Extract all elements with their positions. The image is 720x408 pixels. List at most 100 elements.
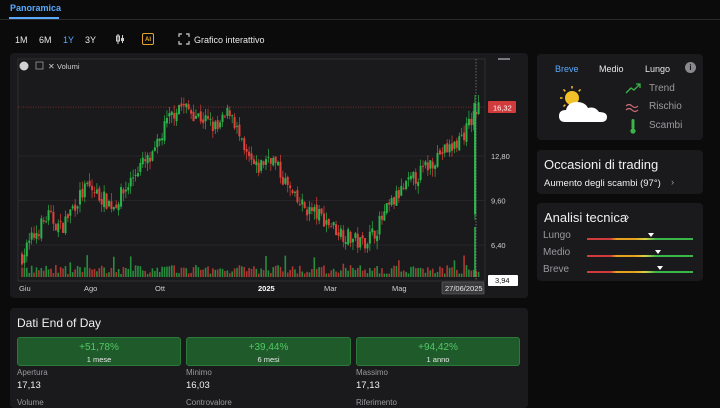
candle-body — [257, 162, 260, 173]
expand-icon[interactable] — [178, 33, 190, 45]
ai-icon[interactable]: AI — [142, 33, 154, 45]
volume-bar — [93, 268, 96, 277]
candle-body — [376, 235, 379, 242]
ta-label-medio: Medio — [543, 247, 571, 258]
price-chart-svg[interactable]: 12,80 9,60 6,40 Giu Ago Ott 2025 Mar Mag 16,32 3,… — [10, 53, 528, 298]
candle-body — [322, 213, 325, 227]
candlestick-type-icon[interactable] — [114, 33, 126, 45]
candle-body — [236, 125, 239, 127]
volume-bar — [431, 268, 434, 277]
range-6m[interactable]: 6M — [39, 35, 52, 45]
volume-bar — [137, 265, 139, 277]
volume-bar — [62, 268, 64, 277]
volume-bar — [192, 267, 195, 277]
volume-value-label: 3,94 — [495, 276, 510, 285]
volume-bar — [144, 270, 147, 277]
volume-bar — [178, 273, 180, 277]
trading-item[interactable]: Aumento degli scambi (97°) — [544, 178, 661, 189]
candle-body — [173, 113, 176, 119]
range-1m[interactable]: 1M — [15, 35, 28, 45]
candle-body — [211, 121, 214, 132]
candle-body — [463, 132, 466, 141]
candle-body — [407, 177, 410, 180]
candle-body — [129, 177, 132, 187]
tab-medio[interactable]: Medio — [599, 64, 624, 74]
candle-body — [390, 198, 393, 205]
candles — [21, 94, 480, 268]
stat-riferimento-label: Riferimento — [356, 398, 397, 407]
candle-body — [277, 161, 280, 166]
interactive-chart-link[interactable]: Grafico interattivo — [194, 35, 265, 45]
stat-volume-label: Volume — [17, 398, 44, 407]
candle-body — [260, 160, 263, 171]
volume-bar — [395, 265, 398, 277]
sentiment-panel: Breve Medio Lungo i Trend Rischio Scambi — [537, 54, 703, 140]
technical-panel[interactable]: Analisi tecnica › Lungo Medio Breve — [537, 203, 703, 281]
volume-bar — [412, 266, 415, 277]
candle-body — [400, 185, 403, 196]
volume-bar — [115, 272, 118, 277]
volume-bar — [175, 272, 178, 277]
candle-body — [180, 103, 183, 107]
tab-panoramica[interactable]: Panoramica — [10, 3, 61, 13]
candle-body — [207, 116, 210, 119]
volume-bar — [26, 267, 28, 277]
candle-body — [49, 210, 52, 212]
candle-body — [426, 162, 429, 171]
volume-bar — [55, 265, 57, 277]
candle-body — [170, 111, 173, 116]
info-icon[interactable]: i — [685, 62, 696, 73]
candle-body — [226, 107, 229, 117]
candle-body — [339, 228, 342, 237]
trend-icon — [625, 83, 641, 94]
risk-icon — [625, 103, 639, 113]
price-chart[interactable]: 12,80 9,60 6,40 Giu Ago Ott 2025 Mar Mag 16,32 3,… — [10, 53, 528, 298]
candle-body — [342, 230, 345, 242]
candle-body — [409, 175, 412, 180]
candle-body — [91, 185, 94, 191]
candle-body — [431, 161, 434, 169]
volume-bar — [369, 267, 371, 277]
range-1y[interactable]: 1Y — [63, 35, 74, 45]
candle-body — [248, 151, 251, 157]
volume-bar — [33, 272, 35, 277]
volume-bar — [342, 263, 345, 277]
ta-gauge-medio — [587, 250, 693, 257]
candle-body — [393, 197, 396, 205]
candle-body — [368, 231, 371, 244]
candle-body — [161, 138, 164, 141]
volume-bar — [202, 269, 204, 277]
stat-controvalore-label: Controvalore — [186, 398, 232, 407]
x-tick-label: Mag — [392, 284, 407, 293]
volume-legend-label: Volumi — [57, 62, 80, 71]
candle-body — [199, 111, 202, 122]
ta-label-lungo: Lungo — [543, 230, 571, 241]
trading-panel[interactable]: Occasioni di trading Aumento degli scamb… — [537, 150, 703, 194]
volume-bar — [439, 266, 441, 277]
candle-body — [448, 144, 451, 153]
candle-body — [380, 215, 383, 220]
candle-body — [151, 151, 154, 161]
volume-bar — [385, 273, 388, 277]
candle-body — [451, 143, 454, 151]
candle-body — [209, 118, 212, 120]
volume-bar — [262, 270, 265, 277]
tab-breve[interactable]: Breve — [555, 64, 579, 74]
volume-bar — [113, 256, 115, 277]
technical-title: Analisi tecnica — [544, 210, 628, 225]
volume-bar — [250, 268, 253, 277]
volume-bar — [45, 265, 47, 277]
range-3y[interactable]: 3Y — [85, 35, 96, 45]
candle-body — [86, 182, 89, 184]
volume-bar — [156, 267, 159, 277]
candle-body — [95, 189, 98, 194]
candle-body — [115, 204, 118, 208]
candle-body — [233, 116, 236, 129]
volume-bar — [238, 265, 241, 277]
volume-bar — [470, 270, 473, 277]
volume-bar — [417, 268, 419, 277]
volume-bar — [214, 269, 217, 277]
volume-bar — [393, 265, 395, 277]
volume-bar — [224, 270, 226, 277]
tab-lungo[interactable]: Lungo — [645, 64, 670, 74]
